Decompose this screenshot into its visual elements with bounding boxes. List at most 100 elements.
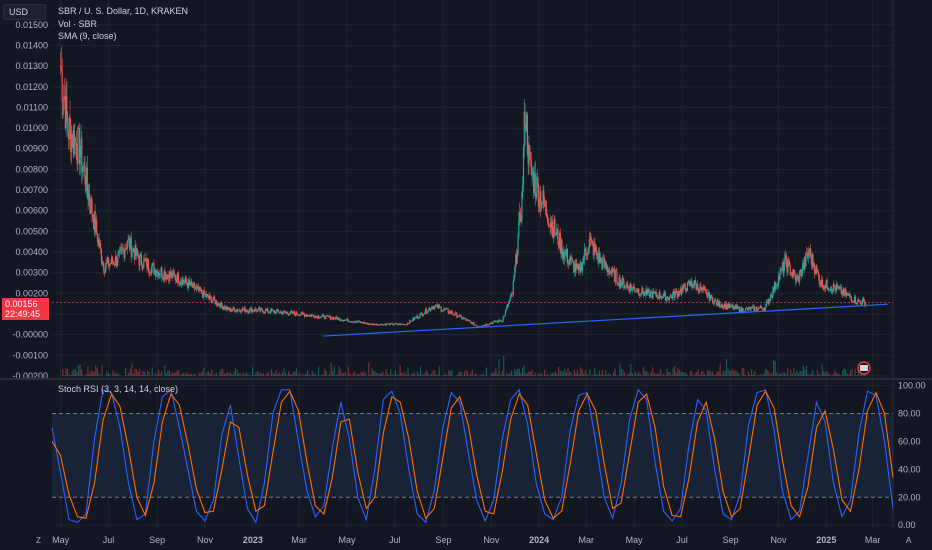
- sma-legend[interactable]: SMA (9, close): [58, 30, 117, 42]
- candle-body: [510, 294, 512, 298]
- candle-body: [833, 284, 835, 288]
- volume-bar: [252, 367, 254, 376]
- candle-body: [60, 66, 63, 70]
- volume-bar: [336, 374, 338, 376]
- volume-bar: [573, 369, 575, 376]
- y-tick-label: 0.01400: [15, 40, 48, 50]
- volume-bar: [325, 371, 327, 376]
- volume-bar: [275, 370, 277, 376]
- volume-bar: [545, 374, 547, 376]
- candle-body: [69, 118, 71, 126]
- symbol-title[interactable]: SBR / U. S. Dollar, 1D, KRAKEN: [58, 5, 188, 17]
- volume-bar: [540, 372, 542, 376]
- volume-bar: [186, 371, 188, 376]
- volume-bar: [579, 367, 582, 376]
- y-tick-label: 0.00900: [15, 144, 48, 154]
- candle-body: [233, 307, 235, 310]
- volume-bar: [382, 371, 384, 376]
- candle-body: [137, 255, 139, 259]
- rsi-legend[interactable]: Stoch RSI (3, 3, 14, 14, close): [58, 383, 178, 395]
- volume-bar: [490, 372, 492, 376]
- volume-bar: [274, 373, 276, 376]
- volume-bar: [408, 375, 411, 376]
- candle-body: [86, 167, 88, 190]
- volume-bar: [347, 367, 349, 376]
- currency-button[interactable]: USD: [3, 4, 46, 20]
- volume-bar: [82, 375, 84, 376]
- candle-body: [790, 274, 792, 276]
- candle-body: [674, 292, 676, 299]
- volume-bar: [159, 373, 161, 376]
- candle-body: [461, 318, 463, 320]
- volume-bar: [248, 375, 251, 376]
- volume-bar: [87, 366, 89, 376]
- volume-bar: [421, 374, 423, 376]
- volume-bar: [512, 375, 514, 376]
- candle-body: [430, 309, 432, 311]
- volume-bar: [432, 370, 434, 376]
- y-tick-label: -0.00100: [12, 350, 48, 360]
- candle-body: [81, 138, 83, 173]
- volume-bar: [619, 363, 621, 376]
- candle-body: [209, 295, 212, 298]
- volume-bar: [449, 370, 451, 376]
- volume-bar: [93, 371, 95, 376]
- timezone-icon[interactable]: Z: [36, 536, 41, 545]
- volume-bar: [146, 370, 149, 376]
- candle-body: [788, 261, 791, 265]
- volume-bar: [592, 374, 594, 376]
- volume-bar: [350, 375, 353, 376]
- candle-body: [148, 270, 150, 273]
- candle-body: [557, 228, 559, 245]
- volume-bar: [554, 371, 557, 376]
- volume-bar: [189, 373, 191, 376]
- volume-bar: [485, 367, 488, 376]
- volume-bar: [790, 369, 792, 376]
- candle-body: [177, 272, 179, 284]
- volume-bar: [426, 370, 428, 376]
- volume-bar: [172, 372, 174, 376]
- candle-body: [234, 311, 237, 313]
- candle-body: [711, 294, 713, 298]
- candle-body: [336, 316, 338, 319]
- volume-bar: [438, 366, 440, 376]
- volume-bar: [824, 372, 826, 376]
- volume-bar: [361, 372, 364, 376]
- volume-bar: [783, 372, 786, 376]
- volume-legend[interactable]: Vol · SBR: [58, 18, 97, 30]
- candle-body: [438, 305, 441, 307]
- candle-body: [486, 323, 488, 325]
- candle-body: [854, 296, 856, 303]
- candle-body: [240, 312, 242, 314]
- volume-bar: [181, 373, 183, 376]
- volume-bar: [126, 375, 128, 376]
- candle-body: [183, 281, 186, 283]
- candle-body: [642, 287, 644, 293]
- volume-bar: [586, 374, 588, 376]
- candle-body: [793, 269, 795, 274]
- volume-bar: [509, 373, 511, 376]
- volume-bar: [168, 370, 171, 376]
- candle-body: [79, 154, 81, 165]
- volume-bar: [457, 373, 459, 376]
- volume-bar: [410, 374, 412, 376]
- volume-bar: [810, 373, 812, 376]
- volume-bar: [206, 371, 208, 376]
- candle-body: [524, 111, 526, 128]
- volume-bar: [468, 375, 470, 376]
- volume-bar: [81, 369, 83, 376]
- candle-body: [665, 297, 667, 301]
- candle-body: [627, 284, 629, 286]
- volume-bar: [686, 374, 688, 376]
- rsi-tick-label: 40.00: [898, 464, 921, 474]
- volume-bar: [412, 373, 414, 376]
- volume-bar: [730, 370, 732, 376]
- volume-bar: [525, 373, 527, 376]
- candle-body: [75, 142, 77, 157]
- volume-bar: [539, 373, 541, 376]
- volume-bar: [198, 372, 200, 376]
- candle-body: [831, 290, 834, 292]
- auto-scale-icon[interactable]: A: [906, 536, 911, 545]
- candle-body: [640, 293, 642, 295]
- volume-bar: [818, 373, 820, 376]
